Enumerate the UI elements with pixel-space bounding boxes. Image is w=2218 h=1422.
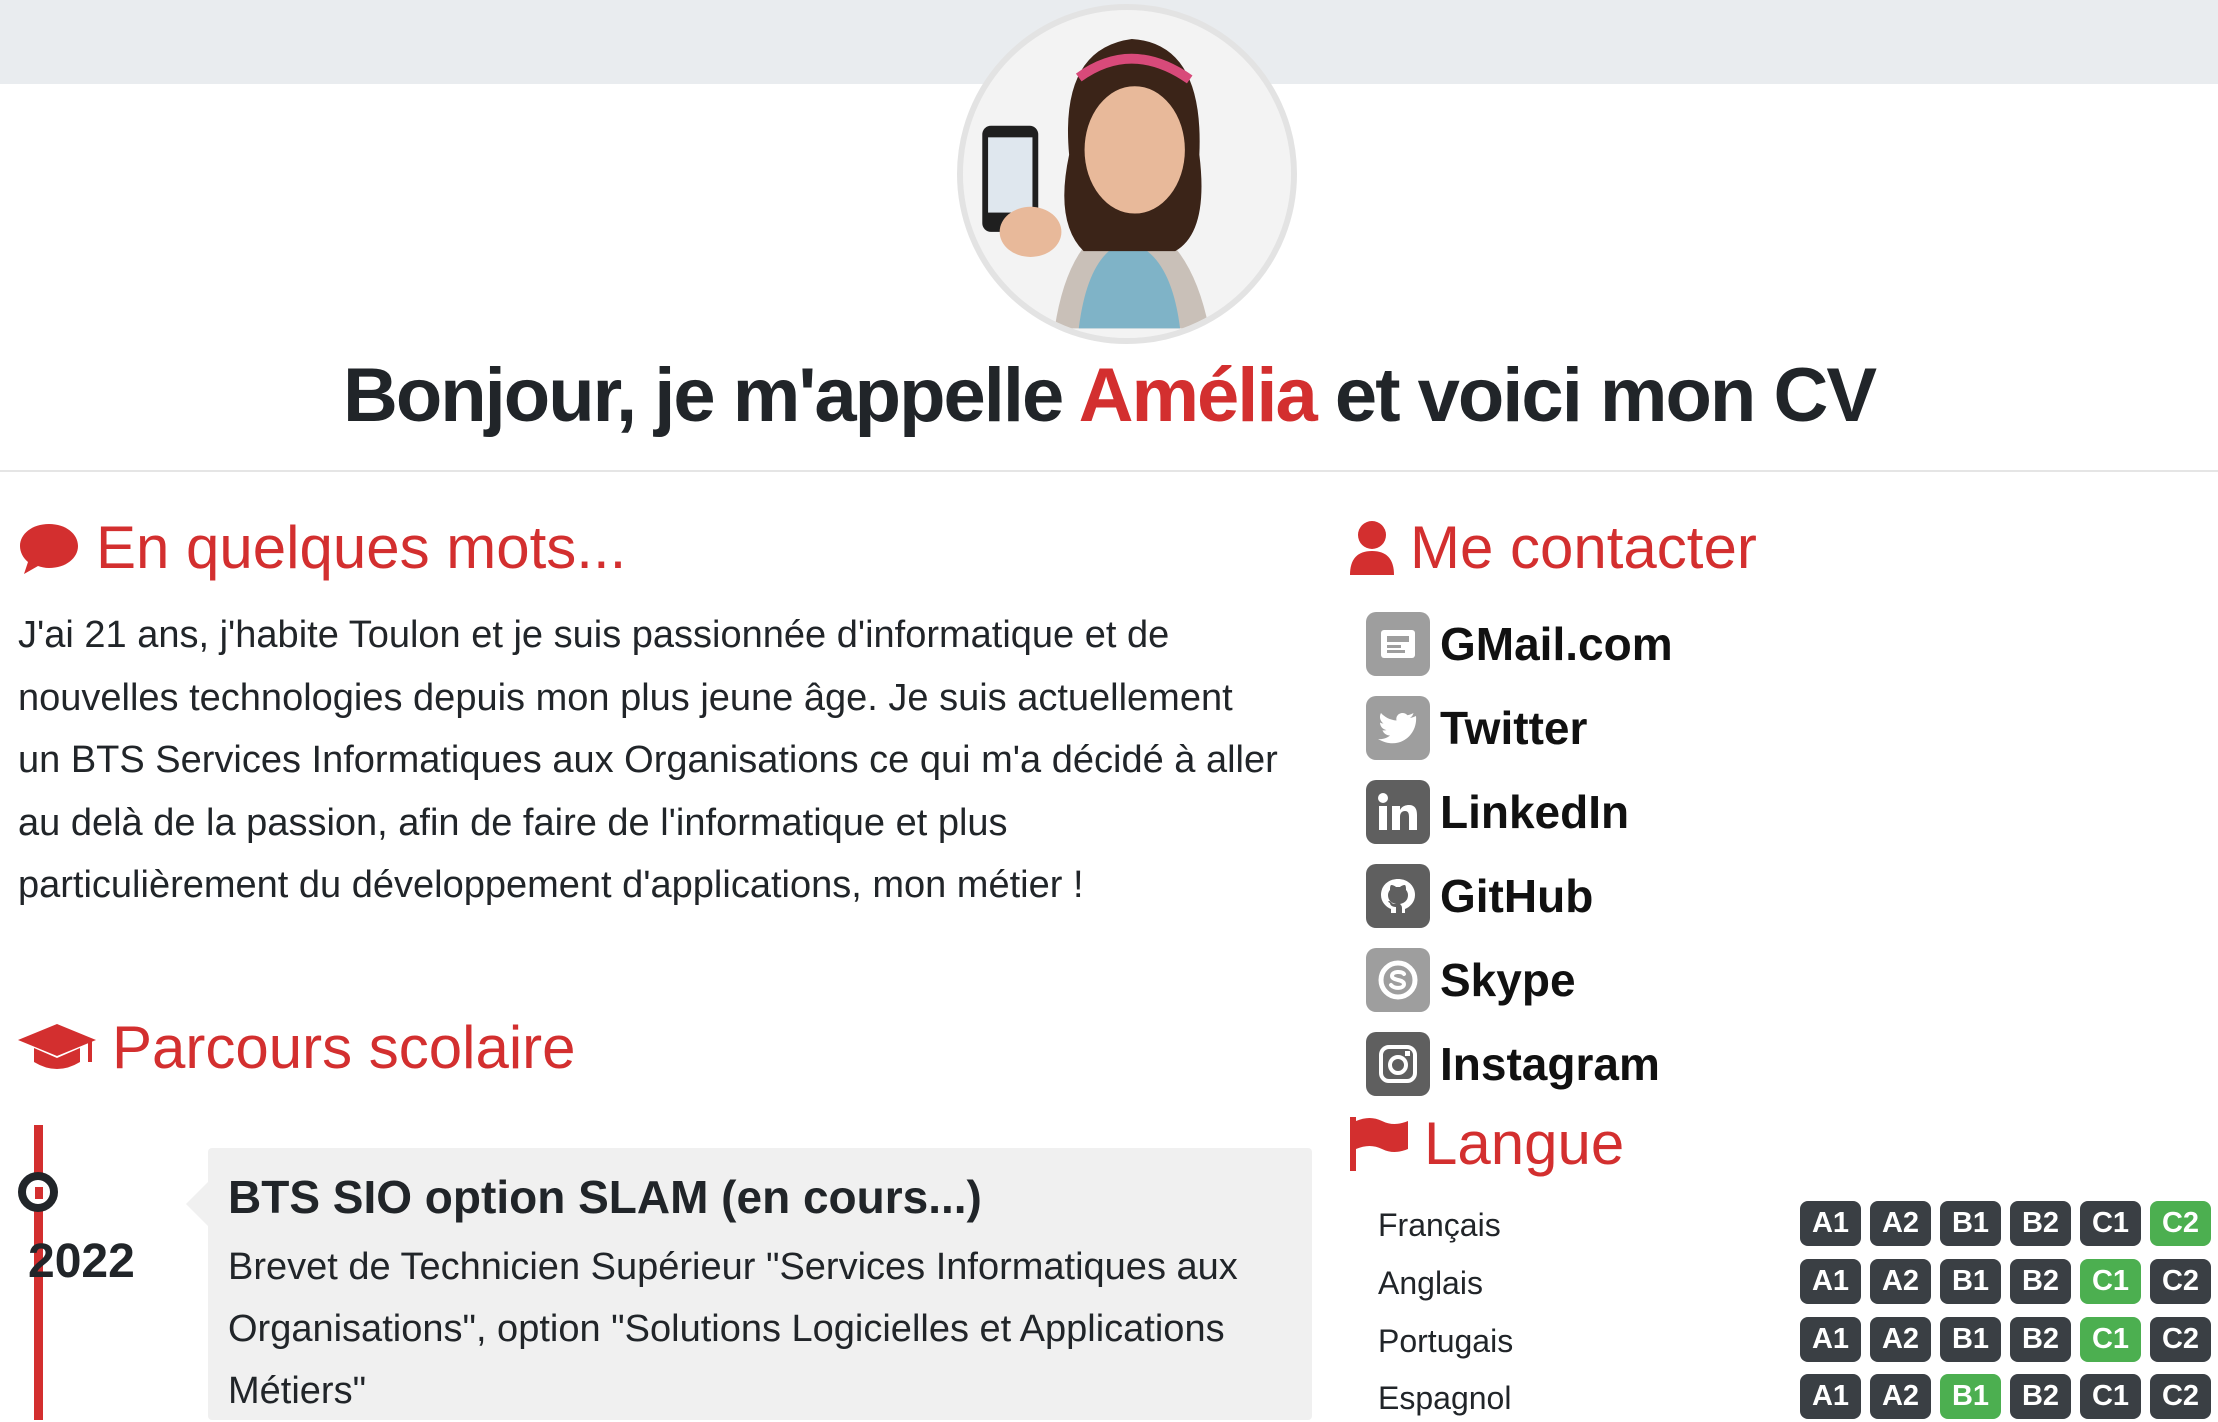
contact-link-linkedin[interactable]: LinkedIn [1366,780,1629,844]
level-badge: A1 [1800,1259,1861,1304]
contact-label: GMail.com [1440,618,1673,670]
linkedin-icon [1366,780,1430,844]
level-badge: C2 [2150,1201,2211,1246]
language-name: Français [1378,1206,1501,1243]
timeline-card-title: BTS SIO option SLAM (en cours...) [228,1171,982,1223]
level-badge: B1 [1940,1201,2001,1246]
instagram-icon [1366,1032,1430,1096]
language-heading: Langue [1348,1108,1624,1180]
level-badge: A1 [1800,1201,1861,1246]
gmail-icon [1366,612,1430,676]
level-badge: A1 [1800,1374,1861,1419]
level-badge: C1 [2080,1317,2141,1362]
level-badge: A2 [1870,1259,1931,1304]
language-levels: A1 A2 B1 B2 C1 C2 [1800,1201,2211,1246]
level-badge: A2 [1870,1317,1931,1362]
level-badge: B2 [2010,1259,2071,1304]
language-levels: A1 A2 B1 B2 C1 C2 [1800,1259,2211,1304]
level-badge: B1 [1940,1259,2001,1304]
contact-heading: Me contacter [1348,512,1757,584]
level-badge: A1 [1800,1317,1861,1362]
level-badge: C2 [2150,1317,2211,1362]
level-badge: B2 [2010,1317,2071,1362]
language-row: Espagnol A1 A2 B1 B2 C1 C2 [1378,1374,2211,1422]
contact-label: Instagram [1440,1038,1660,1090]
contact-label: Twitter [1440,702,1588,754]
level-badge: C2 [2150,1259,2211,1304]
level-badge: C2 [2150,1374,2211,1419]
language-row: Français A1 A2 B1 B2 C1 C2 [1378,1201,2211,1249]
twitter-icon [1366,696,1430,760]
level-badge: B2 [2010,1374,2071,1419]
level-badge: B1 [1940,1317,2001,1362]
about-text: J'ai 21 ans, j'habite Toulon et je suis … [18,614,1278,906]
level-badge: A2 [1870,1374,1931,1419]
level-badge: B2 [2010,1201,2071,1246]
contact-label: LinkedIn [1440,786,1630,838]
graduation-cap-icon [16,1020,98,1076]
user-icon [1348,519,1396,577]
contact-link-github[interactable]: GitHub [1366,864,1593,928]
education-title: Parcours scolaire [112,1014,576,1081]
timeline-card-text: Brevet de Technicien Supérieur "Services… [228,1246,1238,1412]
language-row: Anglais A1 A2 B1 B2 C1 C2 [1378,1259,2211,1307]
title-prefix: Bonjour, je m'appelle [342,353,1079,438]
contact-link-gmail[interactable]: GMail.com [1366,612,1673,676]
title-suffix: et voici mon CV [1315,353,1877,438]
level-badge: A2 [1870,1201,1931,1246]
flag-icon [1348,1115,1410,1173]
title-name: Amélia [1078,353,1318,438]
language-name: Portugais [1378,1322,1514,1359]
level-badge: C1 [2080,1259,2141,1304]
language-name: Espagnol [1378,1379,1512,1416]
github-icon [1366,864,1430,928]
language-title: Langue [1424,1110,1625,1177]
contact-title: Me contacter [1410,514,1757,581]
profile-photo [957,4,1297,344]
contact-link-twitter[interactable]: Twitter [1366,696,1587,760]
language-name: Anglais [1378,1264,1483,1301]
language-row: Portugais A1 A2 B1 B2 C1 C2 [1378,1317,2211,1365]
level-badge: C1 [2080,1374,2141,1419]
language-levels: A1 A2 B1 B2 C1 C2 [1800,1317,2211,1362]
about-heading: En quelques mots... [16,512,626,584]
contact-label: GitHub [1440,870,1594,922]
about-title: En quelques mots... [96,514,627,581]
skype-icon [1366,948,1430,1012]
timeline-year: 2022 [28,1235,135,1288]
header-divider [0,470,2218,472]
timeline-marker [18,1172,58,1212]
level-badge: C1 [2080,1201,2141,1246]
level-badge: B1 [1940,1374,2001,1419]
language-levels: A1 A2 B1 B2 C1 C2 [1800,1374,2211,1419]
comment-icon [16,520,82,576]
contact-link-instagram[interactable]: Instagram [1366,1032,1660,1096]
education-heading: Parcours scolaire [16,1012,576,1084]
contact-link-skype[interactable]: Skype [1366,948,1576,1012]
timeline-card: BTS SIO option SLAM (en cours...) Brevet… [186,1148,1312,1420]
contact-label: Skype [1440,954,1576,1006]
page-title: Bonjour, je m'appelle Amélia et voici mo… [0,348,2218,444]
